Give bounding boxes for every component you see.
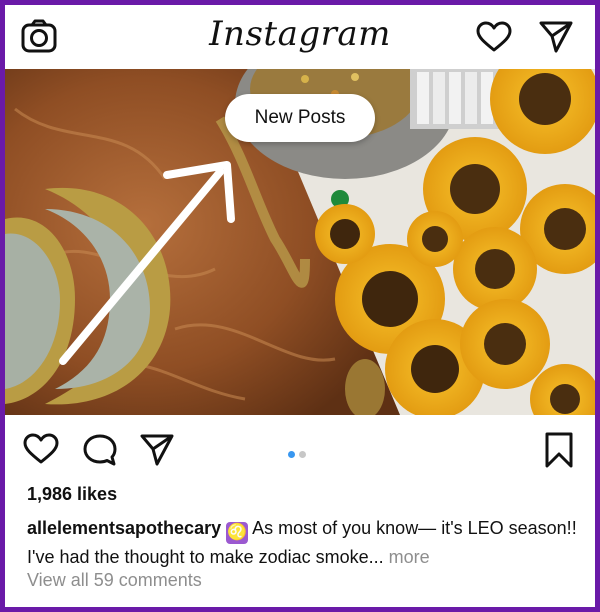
top-bar: Instagram xyxy=(5,5,595,69)
share-plane-icon[interactable] xyxy=(139,433,175,467)
paper-plane-icon[interactable] xyxy=(538,20,574,54)
caption-username[interactable]: allelementsapothecary xyxy=(27,518,221,538)
heart-outline-icon[interactable] xyxy=(23,433,59,465)
heart-icon[interactable] xyxy=(476,21,512,53)
bookmark-icon[interactable] xyxy=(544,431,574,469)
leo-zodiac-emoji: ♌ xyxy=(226,522,249,544)
carousel-indicator xyxy=(288,445,310,463)
carousel-dot xyxy=(299,451,306,458)
more-link[interactable]: more xyxy=(389,547,430,567)
carousel-dot-active xyxy=(288,451,295,458)
likes-count[interactable]: 1,986 likes xyxy=(27,484,117,505)
app-frame: Instagram New Posts 1,986 likes alleleme… xyxy=(5,5,595,607)
comment-bubble-icon[interactable] xyxy=(82,433,118,467)
view-comments-link[interactable]: View all 59 comments xyxy=(27,570,202,591)
post-caption: allelementsapothecary ♌ As most of you k… xyxy=(27,515,579,570)
new-posts-button[interactable]: New Posts xyxy=(225,94,375,142)
